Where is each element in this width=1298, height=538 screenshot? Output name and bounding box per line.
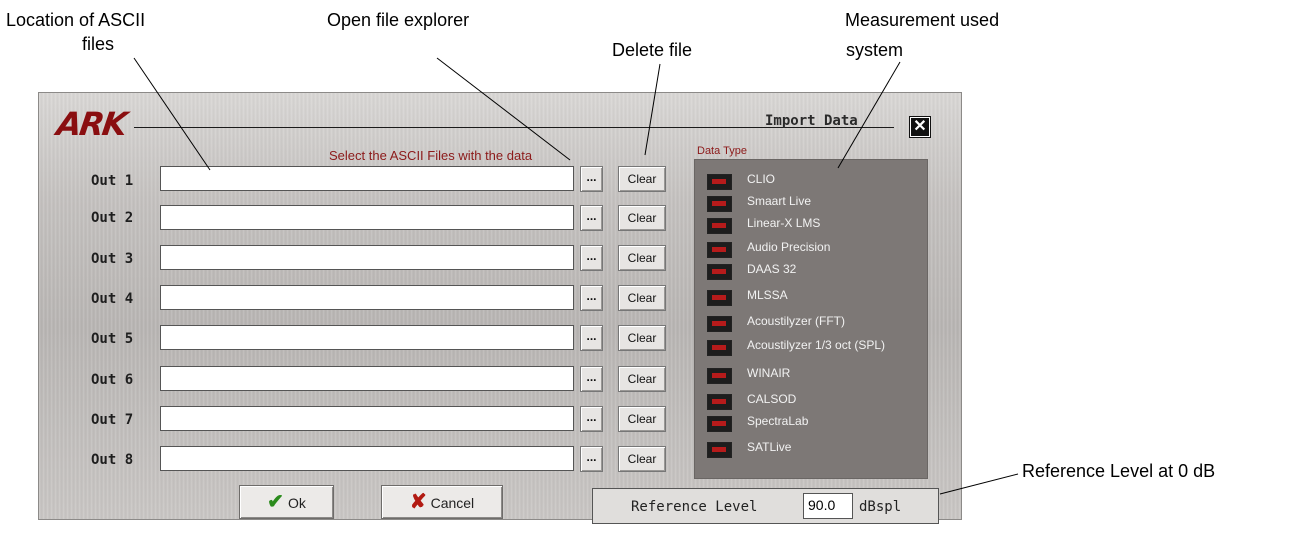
annotation-delete: Delete file — [612, 40, 693, 60]
cross-icon: ✘ — [409, 491, 427, 513]
led-toggle-icon[interactable] — [707, 218, 732, 234]
annotation-explorer: Open file explorer — [327, 10, 470, 30]
data-type-label-satlive: SATLive — [747, 440, 792, 454]
out-6-file-input[interactable] — [160, 366, 574, 391]
dialog-title: Import Data — [765, 113, 858, 129]
out-2-clear-button[interactable]: Clear — [618, 205, 666, 231]
select-files-label: Select the ASCII Files with the data — [329, 148, 533, 163]
out-6-browse-button[interactable]: ... — [580, 366, 603, 392]
out-7-label: Out 7 — [91, 412, 134, 428]
data-type-label-calsod: CALSOD — [747, 392, 797, 406]
cancel-label: Cancel — [430, 495, 475, 511]
out-6-clear-button[interactable]: Clear — [618, 366, 666, 392]
out-7-browse-button[interactable]: ... — [580, 406, 603, 432]
data-type-label-winair: WINAIR — [747, 366, 791, 380]
out-5-clear-button[interactable]: Clear — [618, 325, 666, 351]
data-type-panel: CLIO Smaart Live Linear-X LMS Audio Prec… — [694, 159, 928, 479]
led-toggle-icon[interactable] — [707, 264, 732, 280]
out-8-browse-button[interactable]: ... — [580, 446, 603, 472]
annotation-reference: Reference Level at 0 dB — [1022, 461, 1216, 481]
reference-level-unit: dBspl — [859, 499, 902, 515]
data-type-label-acoustilyzer-oct: Acoustilyzer 1/3 oct (SPL) — [747, 338, 886, 352]
led-toggle-icon[interactable] — [707, 416, 732, 432]
out-1-browse-button[interactable]: ... — [580, 166, 603, 192]
out-2-label: Out 2 — [91, 210, 134, 226]
out-1-label: Out 1 — [91, 173, 134, 189]
out-6-label: Out 6 — [91, 372, 134, 388]
out-4-label: Out 4 — [91, 291, 134, 307]
data-type-label-linearx: Linear-X LMS — [747, 216, 821, 230]
annotation-location: Location of ASCII — [6, 10, 146, 30]
led-toggle-icon[interactable] — [707, 442, 732, 458]
out-5-file-input[interactable] — [160, 325, 574, 350]
out-2-browse-button[interactable]: ... — [580, 205, 603, 231]
led-toggle-icon[interactable] — [707, 174, 732, 190]
out-8-label: Out 8 — [91, 452, 134, 468]
led-toggle-icon[interactable] — [707, 242, 732, 258]
data-type-label-acoustilyzer-fft: Acoustilyzer (FFT) — [747, 314, 846, 328]
out-4-browse-button[interactable]: ... — [580, 285, 603, 311]
led-toggle-icon[interactable] — [707, 394, 732, 410]
out-7-file-input[interactable] — [160, 406, 574, 431]
reference-level-input[interactable]: 90.0 — [803, 493, 853, 519]
import-data-dialog: ARK Import Data ✕ Select the ASCII Files… — [38, 92, 962, 524]
ark-logo: ARK — [54, 105, 128, 143]
checkmark-icon: ✔ — [267, 491, 284, 513]
out-5-label: Out 5 — [91, 331, 134, 347]
led-toggle-icon[interactable] — [707, 316, 732, 332]
out-3-label: Out 3 — [91, 251, 134, 267]
out-1-clear-button[interactable]: Clear — [618, 166, 666, 192]
out-5-browse-button[interactable]: ... — [580, 325, 603, 351]
out-7-clear-button[interactable]: Clear — [618, 406, 666, 432]
data-type-label-smaart: Smaart Live — [747, 194, 812, 208]
annotation-location-line2: files — [82, 34, 115, 54]
reference-level-label: Reference Level — [631, 499, 758, 515]
led-toggle-icon[interactable] — [707, 290, 732, 306]
data-type-label-daas32: DAAS 32 — [747, 262, 797, 276]
data-type-label-clio: CLIO — [747, 172, 776, 186]
close-button[interactable]: ✕ — [910, 117, 930, 137]
data-type-label-audio-precision: Audio Precision — [747, 240, 831, 254]
out-2-file-input[interactable] — [160, 205, 574, 230]
out-4-clear-button[interactable]: Clear — [618, 285, 666, 311]
cancel-button[interactable]: ✘ Cancel — [381, 485, 503, 519]
out-3-file-input[interactable] — [160, 245, 574, 270]
out-4-file-input[interactable] — [160, 285, 574, 310]
annotation-measure-line2: system — [846, 40, 904, 60]
out-8-file-input[interactable] — [160, 446, 574, 471]
reference-level-group: Reference Level 90.0 dBspl — [592, 488, 939, 524]
annotation-measure: Measurement used — [845, 10, 1000, 30]
out-1-file-input[interactable] — [160, 166, 574, 191]
data-type-label: Data Type — [697, 145, 747, 157]
ok-button[interactable]: ✔ Ok — [239, 485, 334, 519]
ok-label: Ok — [287, 495, 306, 511]
out-3-browse-button[interactable]: ... — [580, 245, 603, 271]
out-8-clear-button[interactable]: Clear — [618, 446, 666, 472]
data-type-label-spectralab: SpectraLab — [747, 414, 809, 428]
led-toggle-icon[interactable] — [707, 196, 732, 212]
led-toggle-icon[interactable] — [707, 368, 732, 384]
data-type-label-mlssa: MLSSA — [747, 288, 788, 302]
out-3-clear-button[interactable]: Clear — [618, 245, 666, 271]
led-toggle-icon[interactable] — [707, 340, 732, 356]
